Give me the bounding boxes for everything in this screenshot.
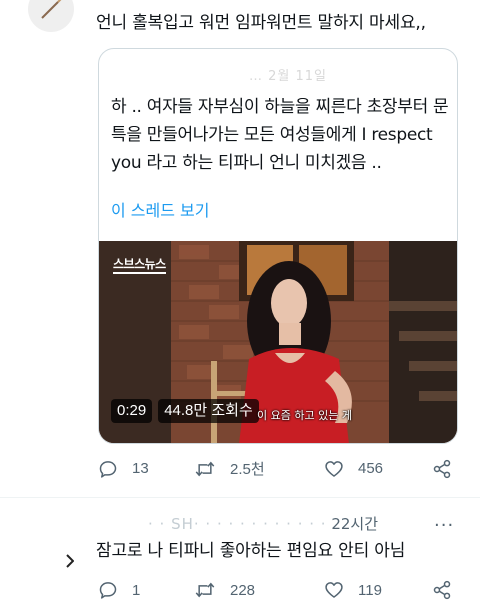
reply-button[interactable]: 13 [98, 459, 194, 479]
more-options-icon[interactable]: ··· [434, 515, 454, 536]
reply-icon [99, 460, 117, 478]
tweet-header: · · SH· · · · · · · · · · · · 22시간 [148, 513, 378, 534]
quote-tweet-card[interactable]: … 2월 11일 하 .. 여자들 자부심이 하늘을 찌른다 초장부터 문특을 … [98, 48, 458, 444]
video-player[interactable]: 스브스뉴스 0:29 44.8만 조회수 이 요즘 하고 있는 게 [99, 241, 457, 443]
channel-logo: 스브스뉴스 [113, 257, 166, 274]
share-icon [433, 459, 451, 478]
retweet-icon [195, 461, 215, 476]
tweet-divider [0, 497, 480, 498]
tweet-text: 잠고로 나 티파니 좋아하는 편임요 안티 아님 [96, 541, 406, 561]
reply-count: 1 [132, 581, 141, 599]
retweet-button[interactable]: 228 [194, 580, 324, 600]
tweet-actions: 1 228 119 [98, 580, 462, 600]
like-count: 119 [358, 581, 382, 599]
quote-header: … 2월 11일 [249, 69, 327, 84]
heart-icon [325, 582, 343, 598]
reply-button[interactable]: 1 [98, 580, 194, 600]
feather-icon [41, 0, 62, 19]
heart-icon [325, 460, 343, 477]
share-button[interactable] [432, 459, 452, 479]
thread-marker-icon [66, 554, 74, 568]
like-button[interactable]: 119 [324, 580, 432, 600]
retweet-icon [195, 582, 215, 598]
video-duration: 0:29 [111, 399, 153, 423]
tweet-text: 언니 홀복입고 워먼 임파워먼트 말하지 마세요,, [96, 13, 426, 33]
reply-icon [99, 582, 117, 599]
tweet-actions: 13 2.5천 456 [98, 458, 462, 479]
quote-text: 하 .. 여자들 자부심이 하늘을 찌른다 초장부터 문특을 만들어나가는 모든… [111, 97, 449, 173]
tweet-timestamp[interactable]: 22시간 [331, 515, 378, 533]
share-button[interactable] [432, 580, 452, 600]
share-icon [433, 580, 451, 600]
video-info-overlay: 0:29 44.8만 조회수 [111, 399, 259, 423]
video-subtitle: 이 요즘 하고 있는 게 [257, 409, 352, 422]
show-thread-link[interactable]: 이 스레드 보기 [111, 197, 210, 221]
avatar[interactable] [28, 0, 74, 32]
author-name[interactable]: · · SH· · · · · · · · · · · · [148, 515, 327, 533]
reply-count: 13 [132, 460, 149, 477]
retweet-count: 228 [230, 581, 256, 599]
video-views: 44.8만 조회수 [158, 399, 259, 423]
like-count: 456 [358, 460, 384, 477]
like-button[interactable]: 456 [324, 459, 432, 479]
retweet-button[interactable]: 2.5천 [194, 458, 324, 479]
retweet-count: 2.5천 [230, 461, 265, 478]
